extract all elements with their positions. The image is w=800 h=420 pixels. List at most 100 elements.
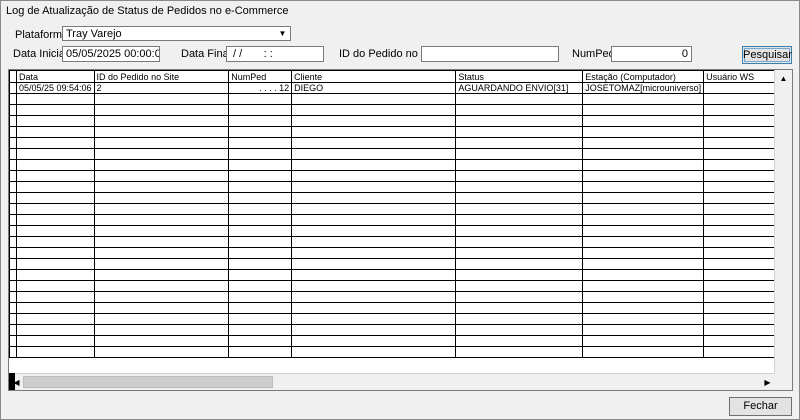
table-cell[interactable] [228,192,293,204]
table-cell[interactable] [582,104,705,116]
table-row[interactable] [9,313,792,325]
table-cell[interactable] [455,258,584,270]
pesquisar-button[interactable]: Pesquisar [742,46,792,64]
scroll-thumb[interactable] [23,376,273,388]
table-row[interactable] [9,137,792,149]
table-cell[interactable] [228,126,293,138]
table-cell[interactable] [228,203,293,215]
table-cell[interactable] [291,247,457,259]
table-cell[interactable] [455,203,584,215]
table-cell[interactable] [291,93,457,105]
table-cell[interactable] [15,214,95,226]
table-cell[interactable] [291,324,457,336]
table-cell[interactable] [291,302,457,314]
table-cell[interactable] [93,170,230,182]
table-cell[interactable] [582,313,705,325]
table-row[interactable] [9,93,792,105]
table-row[interactable] [9,170,792,182]
table-cell[interactable] [228,159,293,171]
table-cell[interactable] [582,269,705,281]
table-cell[interactable] [455,181,584,193]
table-cell[interactable] [455,137,584,149]
table-cell[interactable] [291,291,457,303]
table-cell[interactable] [93,258,230,270]
table-row[interactable] [9,148,792,160]
table-cell[interactable] [582,346,705,358]
table-cell[interactable] [15,137,95,149]
table-row[interactable] [9,280,792,292]
table-cell[interactable] [455,126,584,138]
table-cell[interactable] [582,192,705,204]
table-cell[interactable] [228,236,293,248]
table-cell[interactable] [93,346,230,358]
table-cell[interactable] [93,214,230,226]
table-cell[interactable] [15,170,95,182]
table-cell[interactable] [15,126,95,138]
table-cell[interactable]: DIEGO [291,82,457,94]
table-row[interactable] [9,192,792,204]
table-cell[interactable] [228,247,293,259]
table-cell[interactable] [228,291,293,303]
table-cell[interactable] [228,302,293,314]
table-cell[interactable] [93,181,230,193]
table-cell[interactable] [455,225,584,237]
table-cell[interactable] [15,181,95,193]
table-row[interactable] [9,214,792,226]
table-cell[interactable] [15,192,95,204]
table-row[interactable] [9,302,792,314]
table-cell[interactable] [93,115,230,127]
table-cell[interactable] [291,192,457,204]
table-row[interactable] [9,247,792,259]
table-cell[interactable] [15,93,95,105]
scroll-up-icon[interactable]: ▲ [776,71,791,86]
table-cell[interactable] [15,247,95,259]
table-cell[interactable] [291,280,457,292]
table-cell[interactable] [93,126,230,138]
table-cell[interactable] [291,137,457,149]
table-cell[interactable]: 05/05/25 09:54:06 [15,82,95,94]
results-grid[interactable]: Data ID do Pedido no Site NumPed Cliente… [8,69,793,391]
table-cell[interactable] [582,181,705,193]
table-row[interactable] [9,203,792,215]
table-cell[interactable] [582,225,705,237]
column-header[interactable]: Status [455,70,584,83]
table-cell[interactable] [93,335,230,347]
table-cell[interactable] [228,148,293,160]
table-cell[interactable] [15,236,95,248]
table-cell[interactable] [228,181,293,193]
table-cell[interactable] [93,247,230,259]
table-cell[interactable] [291,236,457,248]
table-cell[interactable] [93,203,230,215]
table-cell[interactable] [93,148,230,160]
table-cell[interactable] [93,280,230,292]
table-cell[interactable] [228,324,293,336]
table-cell[interactable] [93,104,230,116]
vertical-scrollbar[interactable]: ▲ [774,70,792,373]
table-cell[interactable] [228,258,293,270]
data-inicial-input[interactable]: 05/05/2025 00:00:00 [62,46,160,62]
table-cell[interactable] [291,214,457,226]
table-cell[interactable] [582,335,705,347]
table-cell[interactable] [455,93,584,105]
table-cell[interactable] [228,269,293,281]
table-cell[interactable] [582,203,705,215]
table-cell[interactable] [15,148,95,160]
table-cell[interactable] [291,115,457,127]
table-cell[interactable] [582,115,705,127]
table-cell[interactable] [455,346,584,358]
table-cell[interactable] [228,93,293,105]
chevron-down-icon[interactable]: ▼ [276,28,289,39]
table-cell[interactable]: JOSETOMAZ[microuniverso] [582,82,705,94]
table-cell[interactable] [291,346,457,358]
table-cell[interactable] [582,137,705,149]
table-cell[interactable] [228,214,293,226]
table-cell[interactable] [93,137,230,149]
table-cell[interactable] [455,324,584,336]
table-cell[interactable] [455,269,584,281]
table-cell[interactable] [93,324,230,336]
table-cell[interactable] [291,313,457,325]
table-cell[interactable] [291,181,457,193]
table-cell[interactable] [93,302,230,314]
table-cell[interactable] [455,115,584,127]
id-pedido-input[interactable] [421,46,559,62]
